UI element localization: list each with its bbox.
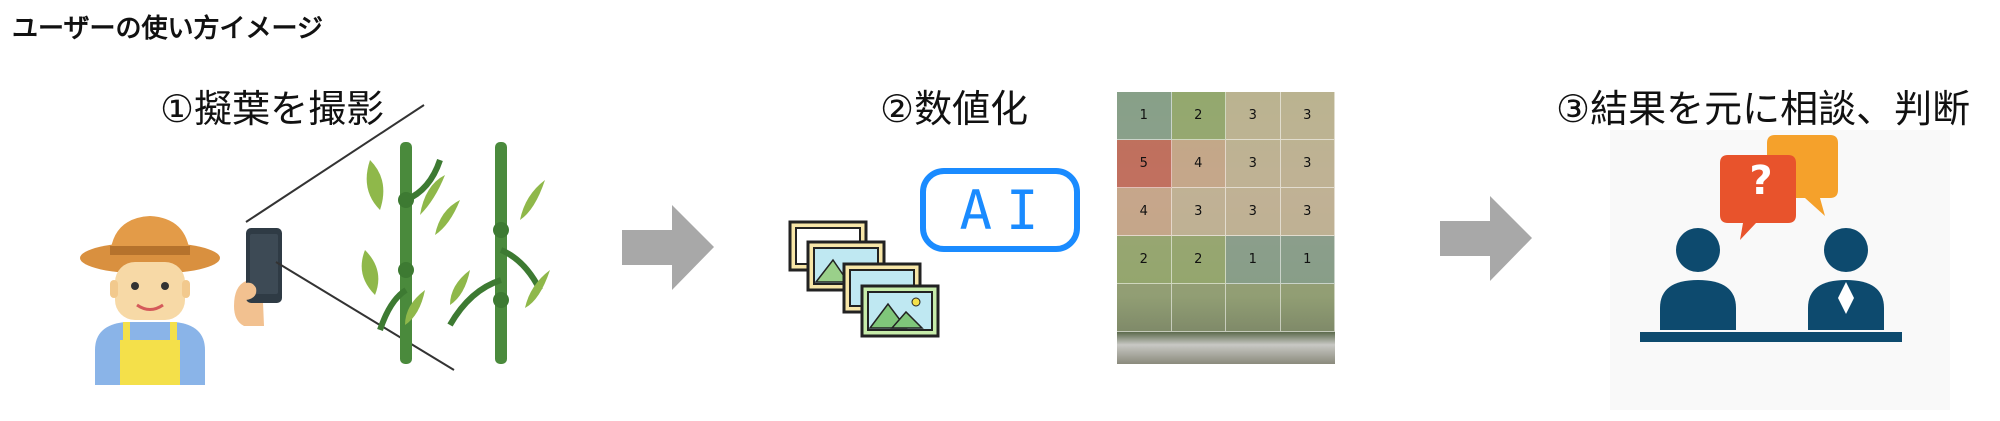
field-ground <box>1117 332 1335 364</box>
grid-cell: 5 <box>1117 140 1172 188</box>
heatmap-grid: 1233543343332211 <box>1117 92 1335 332</box>
grid-cell: 2 <box>1171 92 1226 140</box>
grid-cell: 4 <box>1117 188 1172 236</box>
arrow-right-icon <box>1440 196 1532 281</box>
grid-cell: 3 <box>1226 140 1281 188</box>
grid-cell: 1 <box>1117 92 1172 140</box>
grid-cell: 1 <box>1226 236 1281 284</box>
grid-cell-empty <box>1226 284 1281 332</box>
ai-badge-icon: AI <box>920 168 1080 252</box>
asparagus-plant-icon <box>361 142 550 364</box>
grid-cell: 2 <box>1171 236 1226 284</box>
grid-cell-empty <box>1280 284 1335 332</box>
speech-bubble-icon: ? <box>1749 158 1773 204</box>
grid-cell: 3 <box>1280 140 1335 188</box>
grid-cell: 2 <box>1117 236 1172 284</box>
grid-cell: 1 <box>1280 236 1335 284</box>
arrow-right-icon <box>622 205 714 290</box>
grid-cell-empty <box>1117 284 1172 332</box>
grid-cell: 3 <box>1280 188 1335 236</box>
grid-cell-empty <box>1171 284 1226 332</box>
grid-cell: 3 <box>1171 188 1226 236</box>
grid-cell: 4 <box>1171 140 1226 188</box>
grid-cell: 3 <box>1226 188 1281 236</box>
grid-cell: 3 <box>1226 92 1281 140</box>
field-photo-grid: 1233543343332211 <box>1117 92 1335 364</box>
grid-cell: 3 <box>1280 92 1335 140</box>
